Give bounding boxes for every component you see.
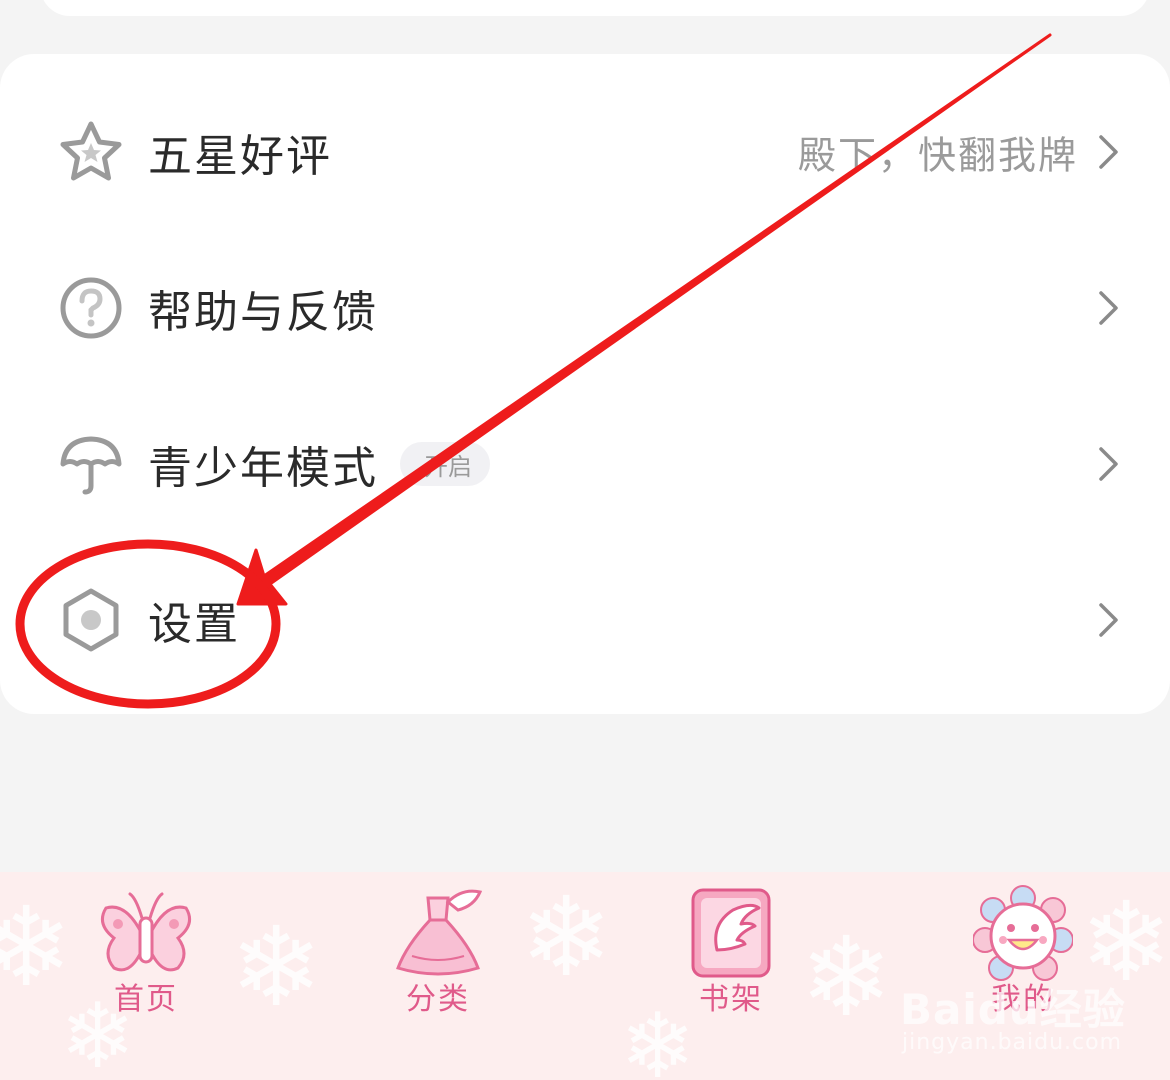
menu-item-help[interactable]: 帮助与反馈 bbox=[0, 230, 1170, 386]
watermark-brand: Baidu经验 bbox=[900, 985, 1126, 1034]
menu-item-subtitle: 殿下，快翻我牌 bbox=[797, 133, 1078, 178]
menu-item-label: 帮助与反馈 bbox=[148, 287, 378, 338]
top-card-fragment bbox=[40, 0, 1150, 16]
tab-bookshelf[interactable]: 书架 bbox=[631, 872, 831, 1080]
sun-face-icon bbox=[973, 885, 1073, 981]
umbrella-icon bbox=[55, 428, 127, 500]
menu-item-settings[interactable]: 设置 bbox=[0, 542, 1170, 698]
chevron-right-icon bbox=[1099, 291, 1118, 325]
settings-hexagon-icon bbox=[55, 584, 127, 656]
menu-item-teen-mode[interactable]: 青少年模式 开启 bbox=[0, 386, 1170, 542]
chevron-right-icon bbox=[1099, 135, 1118, 169]
menu-item-label: 青少年模式 bbox=[148, 443, 378, 494]
menu-item-label: 设置 bbox=[148, 599, 240, 650]
butterfly-icon bbox=[100, 892, 192, 972]
chevron-right-icon bbox=[1099, 603, 1118, 637]
menu-item-label: 五星好评 bbox=[148, 131, 332, 182]
menu-card: 五星好评 殿下，快翻我牌 帮助与反馈 青少年模式 开启 设置 bbox=[0, 54, 1170, 714]
tab-label: 首页 bbox=[114, 982, 178, 1017]
tab-label: 分类 bbox=[406, 982, 470, 1017]
status-badge: 开启 bbox=[400, 442, 490, 486]
star-icon bbox=[55, 116, 127, 188]
menu-item-rating[interactable]: 五星好评 殿下，快翻我牌 bbox=[0, 74, 1170, 230]
tab-category[interactable]: 分类 bbox=[338, 872, 538, 1080]
baidu-jingyan-watermark: Baidu经验 jingyan.baidu.com bbox=[900, 976, 1150, 1066]
dress-icon bbox=[396, 889, 483, 976]
help-circle-icon bbox=[55, 272, 127, 344]
chevron-right-icon bbox=[1099, 447, 1118, 481]
tab-label: 书架 bbox=[699, 982, 763, 1017]
wing-book-icon bbox=[691, 888, 771, 978]
watermark-url: jingyan.baidu.com bbox=[902, 1030, 1123, 1055]
tab-home[interactable]: 首页 bbox=[46, 872, 246, 1080]
